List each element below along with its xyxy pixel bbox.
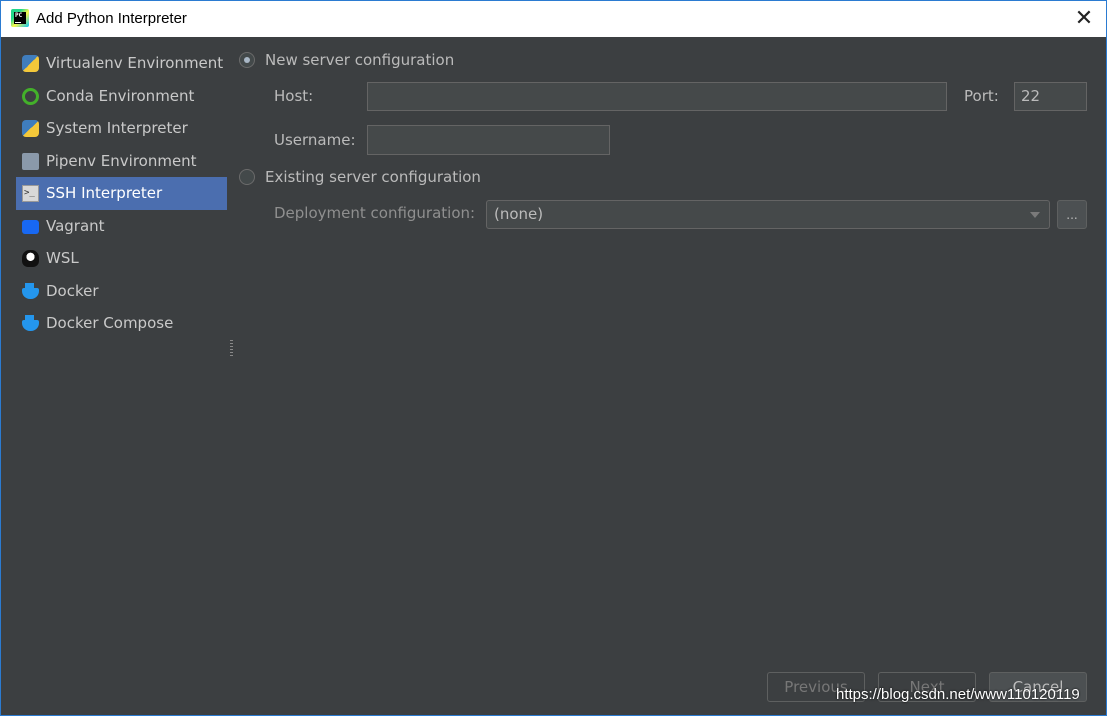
close-icon[interactable]: ✕: [1070, 5, 1098, 33]
terminal-icon: [22, 177, 39, 209]
pycharm-app-icon: PC: [11, 9, 29, 27]
existing-server-label[interactable]: Existing server configuration: [265, 168, 481, 186]
title-bar: PC Add Python Interpreter ✕: [1, 1, 1106, 37]
sidebar-item-label: WSL: [46, 249, 79, 267]
sidebar-item-virtualenv[interactable]: Virtualenv Environment: [16, 47, 227, 80]
username-input[interactable]: [367, 125, 610, 155]
panel-splitter-handle[interactable]: [230, 340, 233, 358]
deployment-configuration-select[interactable]: (none): [486, 200, 1050, 229]
sidebar-item-label: Pipenv Environment: [46, 151, 197, 170]
sidebar-item-label: Docker Compose: [46, 314, 174, 332]
host-input[interactable]: [367, 82, 947, 111]
interpreter-type-list: Virtualenv Environment Conda Environment…: [16, 47, 227, 340]
sidebar-item-label: System Interpreter: [46, 119, 188, 137]
sidebar-item-label: Virtualenv Environment: [46, 54, 224, 72]
pipenv-icon: [22, 152, 39, 170]
python-icon: [22, 120, 39, 137]
sidebar-item-label: Vagrant: [46, 216, 105, 235]
python-icon: [22, 55, 39, 72]
docker-icon: [22, 282, 39, 299]
sidebar-item-conda[interactable]: Conda Environment: [16, 80, 227, 113]
deployment-configuration-value: (none): [494, 205, 544, 223]
host-label: Host:: [274, 87, 314, 105]
existing-server-radio[interactable]: [239, 169, 255, 185]
sidebar-item-system-interpreter[interactable]: System Interpreter: [16, 112, 227, 145]
sidebar-item-wsl[interactable]: WSL: [16, 242, 227, 275]
sidebar-item-docker-compose[interactable]: Docker Compose: [16, 307, 227, 340]
sidebar-item-ssh-interpreter[interactable]: SSH Interpreter: [16, 177, 227, 210]
port-label: Port:: [964, 87, 999, 105]
new-server-radio[interactable]: [239, 52, 255, 68]
sidebar-item-vagrant[interactable]: Vagrant: [16, 210, 227, 243]
vagrant-icon: [22, 219, 39, 234]
new-server-label[interactable]: New server configuration: [265, 51, 454, 69]
browse-deployment-button[interactable]: ...: [1057, 200, 1087, 229]
port-input[interactable]: 22: [1014, 82, 1087, 111]
window-title: Add Python Interpreter: [36, 10, 187, 27]
sidebar-item-label: Docker: [46, 281, 99, 300]
conda-icon: [22, 87, 39, 105]
linux-penguin-icon: [22, 250, 39, 267]
docker-icon: [22, 315, 39, 331]
deployment-configuration-label: Deployment configuration:: [274, 204, 476, 222]
username-label: Username:: [274, 131, 356, 149]
sidebar-item-label: SSH Interpreter: [46, 184, 163, 202]
chevron-down-icon: [1030, 212, 1040, 218]
sidebar-item-label: Conda Environment: [46, 86, 195, 105]
sidebar-item-pipenv[interactable]: Pipenv Environment: [16, 145, 227, 178]
sidebar-item-docker[interactable]: Docker: [16, 275, 227, 308]
watermark-text: https://blog.csdn.net/www110120119: [836, 686, 1080, 703]
